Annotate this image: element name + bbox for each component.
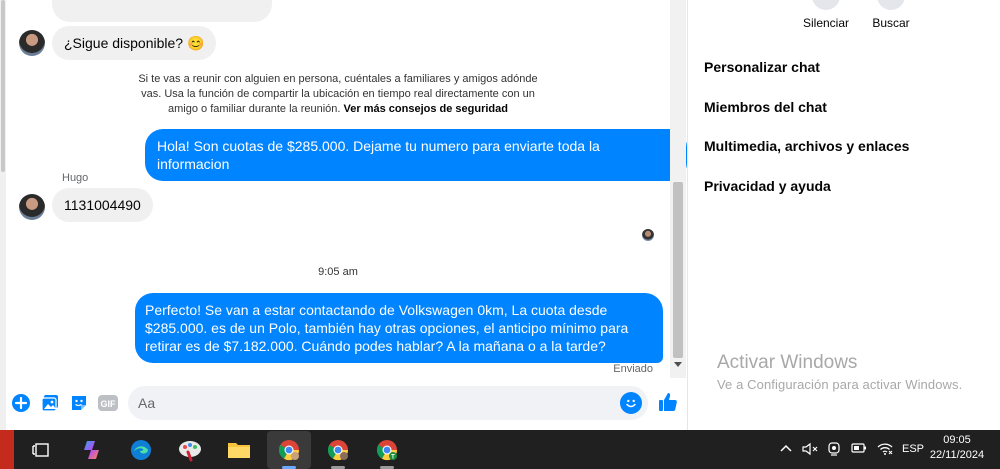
search-icon (877, 0, 905, 10)
sender-name: Hugo (62, 172, 89, 184)
activation-watermark-title: Activar Windows (717, 352, 858, 373)
gif-icon[interactable]: GIF (97, 392, 119, 414)
read-receipt-avatar (642, 229, 654, 241)
task-view-icon[interactable] (27, 436, 55, 464)
menu-item-customize-chat[interactable]: Personalizar chat (704, 59, 820, 75)
screen: ¿Sigue disponible? 😊 Si te vas a reunir … (0, 0, 1000, 469)
message-input[interactable] (138, 386, 608, 420)
wifi-icon[interactable] (877, 442, 893, 459)
contact-avatar[interactable] (19, 30, 45, 56)
scrollbar-thumb[interactable] (673, 182, 683, 358)
chrome-icon[interactable] (275, 436, 303, 464)
chrome-profile-icon[interactable] (324, 436, 352, 464)
chevron-up-icon[interactable] (779, 442, 793, 457)
safety-tips-link[interactable]: Ver más consejos de seguridad (344, 103, 508, 115)
paint-app-icon[interactable] (176, 436, 204, 464)
search-label: Buscar (872, 16, 910, 30)
previous-message-bubble (52, 0, 272, 22)
menu-item-privacy-help[interactable]: Privacidad y ayuda (704, 178, 831, 194)
add-icon[interactable] (10, 392, 32, 414)
contact-avatar[interactable] (19, 194, 45, 220)
emoji-icon[interactable] (620, 392, 642, 414)
mute-label: Silenciar (802, 16, 850, 30)
sticker-icon[interactable] (68, 392, 90, 414)
left-edge-strip (0, 0, 6, 430)
taskbar-clock[interactable]: 09:05 22/11/2024 (922, 433, 992, 463)
file-explorer-icon[interactable] (225, 436, 253, 464)
safety-notice: Si te vas a reunir con alguien en person… (128, 72, 548, 117)
incoming-message[interactable]: ¿Sigue disponible? 😊 (52, 26, 217, 60)
chat-scrollbar[interactable] (670, 0, 686, 378)
svg-text:T: T (391, 455, 395, 461)
photo-icon[interactable] (39, 392, 61, 414)
bell-icon (812, 0, 840, 10)
menu-item-media-files-links[interactable]: Multimedia, archivos y enlaces (704, 138, 909, 154)
outgoing-message[interactable]: Hola! Son cuotas de $285.000. Dejame tu … (145, 129, 687, 181)
message-timestamp: 9:05 am (318, 266, 358, 278)
battery-icon[interactable] (851, 442, 867, 457)
copilot-icon[interactable] (78, 436, 106, 464)
left-edge-thumb (1, 0, 5, 172)
incoming-message[interactable]: 1131004490 (52, 188, 153, 222)
chat-window: ¿Sigue disponible? 😊 Si te vas a reunir … (0, 0, 688, 430)
svg-text:GIF: GIF (101, 399, 117, 409)
clock-date: 22/11/2024 (929, 449, 985, 461)
chrome-profile-icon[interactable]: T (373, 436, 401, 464)
message-input-wrapper (128, 386, 648, 420)
clock-time: 09:05 (943, 434, 971, 446)
taskbar: T ESP 09:05 22/11/2024 (0, 430, 1000, 469)
outgoing-message[interactable]: Perfecto! Se van a estar contactando de … (135, 293, 663, 363)
scroll-down-arrow[interactable] (674, 362, 682, 367)
volume-muted-icon[interactable] (802, 442, 818, 459)
activation-watermark-subtitle: Ve a Configuración para activar Windows. (717, 377, 963, 392)
notification-strip (0, 430, 14, 469)
webcam-icon[interactable] (827, 442, 841, 459)
menu-item-chat-members[interactable]: Miembros del chat (704, 99, 827, 115)
like-icon[interactable] (657, 391, 679, 413)
message-status: Enviado (613, 363, 653, 375)
message-composer: GIF (0, 384, 688, 424)
language-indicator[interactable]: ESP (902, 443, 924, 455)
edge-icon[interactable] (127, 436, 155, 464)
